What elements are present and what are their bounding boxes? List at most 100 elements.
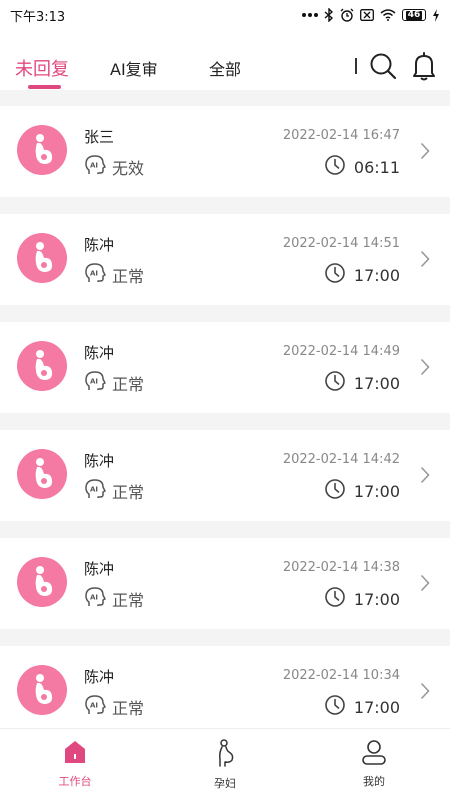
clock-icon: [324, 154, 346, 180]
status-bar: 下午3:13 46: [0, 0, 450, 30]
tab-unreplied[interactable]: 未回复: [15, 55, 69, 81]
chevron-right-icon: [420, 682, 430, 704]
bell-icon[interactable]: [411, 51, 437, 85]
bluetooth-icon: [324, 8, 334, 22]
svg-text:AI: AI: [90, 486, 98, 494]
nav-label-mine: 我的: [363, 775, 385, 788]
status-icons: 46: [302, 8, 440, 22]
record-date: 2022-02-14 16:47: [282, 128, 400, 143]
ai-head-icon: AI: [84, 694, 106, 720]
wifi-icon: [380, 9, 396, 21]
svg-text:AI: AI: [90, 162, 98, 170]
header-divider: [355, 58, 357, 74]
nav-mine[interactable]: 我的: [334, 739, 414, 789]
bottom-nav: 工作台 孕妇 我的: [0, 728, 450, 800]
duration: 17:00: [324, 478, 400, 504]
clock-icon: [324, 694, 346, 720]
record-date: 2022-02-14 10:34: [282, 668, 400, 683]
clock-icon: [324, 370, 346, 396]
duration: 17:00: [324, 370, 400, 396]
duration: 17:00: [324, 586, 400, 612]
chevron-right-icon: [420, 574, 430, 596]
pregnant-avatar-icon: [17, 341, 67, 391]
ai-status-text: 正常: [112, 591, 145, 610]
battery-level: 46: [405, 9, 423, 20]
ai-status-text: 正常: [112, 267, 145, 286]
pregnant-avatar-icon: [17, 125, 67, 175]
tab-ai-review[interactable]: AI复审: [110, 56, 158, 80]
duration-text: 17:00: [353, 697, 400, 717]
active-tab-indicator: [28, 85, 61, 89]
alarm-icon: [340, 8, 354, 22]
nav-workbench[interactable]: 工作台: [35, 739, 115, 789]
svg-text:AI: AI: [90, 594, 98, 602]
pregnant-avatar-icon: [17, 665, 67, 715]
ai-head-icon: AI: [84, 154, 106, 180]
nav-pregnant[interactable]: 孕妇: [185, 739, 265, 791]
pregnant-avatar-icon: [17, 233, 67, 283]
patient-name: 陈冲: [84, 560, 115, 578]
ai-head-icon: AI: [84, 370, 106, 396]
ai-status: AI 正常: [84, 262, 144, 288]
status-time: 下午3:13: [10, 9, 66, 25]
patient-name: 陈冲: [84, 236, 115, 254]
patient-name: 陈冲: [84, 668, 115, 686]
ai-status: AI 无效: [84, 154, 144, 180]
search-icon[interactable]: [369, 52, 397, 84]
app-root: 下午3:13 46 未回复 AI复审 全部 张三 2022-02-14 16:4…: [0, 0, 450, 800]
duration-text: 06:11: [353, 157, 400, 177]
ai-status: AI 正常: [84, 370, 144, 396]
ai-status-text: 正常: [112, 483, 145, 502]
ai-status-text: 正常: [112, 375, 145, 394]
svg-text:AI: AI: [90, 378, 98, 386]
patient-name: 陈冲: [84, 344, 115, 362]
ai-head-icon: AI: [84, 478, 106, 504]
chevron-right-icon: [420, 142, 430, 164]
chevron-right-icon: [420, 466, 430, 488]
record-list: 张三 2022-02-14 16:47 AI 无效 06:11 陈冲 2022-…: [0, 90, 450, 728]
duration: 06:11: [324, 154, 400, 180]
charging-icon: [432, 8, 440, 22]
pregnant-avatar-icon: [17, 449, 67, 499]
patient-name: 陈冲: [84, 452, 115, 470]
record-date: 2022-02-14 14:49: [282, 344, 400, 359]
list-item[interactable]: 陈冲 2022-02-14 14:49 AI 正常 17:00: [0, 322, 450, 413]
list-item[interactable]: 陈冲 2022-02-14 10:34 AI 正常 17:00: [0, 646, 450, 728]
header-tabs: 未回复 AI复审 全部: [0, 38, 450, 90]
ai-status-text: 无效: [112, 159, 145, 178]
pregnant-avatar-icon: [17, 557, 67, 607]
battery-icon: 46: [402, 9, 426, 21]
list-item[interactable]: 张三 2022-02-14 16:47 AI 无效 06:11: [0, 106, 450, 197]
duration-text: 17:00: [353, 265, 400, 285]
ai-status: AI 正常: [84, 478, 144, 504]
duration: 17:00: [324, 694, 400, 720]
list-item[interactable]: 陈冲 2022-02-14 14:38 AI 正常 17:00: [0, 538, 450, 629]
record-date: 2022-02-14 14:38: [282, 560, 400, 575]
clock-icon: [324, 262, 346, 288]
more-dots-icon: [302, 12, 318, 18]
list-item[interactable]: 陈冲 2022-02-14 14:51 AI 正常 17:00: [0, 214, 450, 305]
svg-text:AI: AI: [90, 270, 98, 278]
list-item[interactable]: 陈冲 2022-02-14 14:42 AI 正常 17:00: [0, 430, 450, 521]
clock-icon: [324, 586, 346, 612]
duration-text: 17:00: [353, 481, 400, 501]
duration-text: 17:00: [353, 373, 400, 393]
no-sim-icon: [360, 9, 374, 21]
record-date: 2022-02-14 14:51: [282, 236, 400, 251]
ai-status: AI 正常: [84, 694, 144, 720]
pregnant-woman-icon: [213, 739, 237, 771]
clock-icon: [324, 478, 346, 504]
ai-head-icon: AI: [84, 262, 106, 288]
ai-status-text: 正常: [112, 699, 145, 718]
duration-text: 17:00: [353, 589, 400, 609]
patient-name: 张三: [84, 128, 115, 146]
tab-all[interactable]: 全部: [209, 56, 241, 80]
nav-label-pregnant: 孕妇: [214, 777, 236, 790]
svg-text:AI: AI: [90, 702, 98, 710]
duration: 17:00: [324, 262, 400, 288]
nav-label-workbench: 工作台: [58, 775, 92, 788]
ai-head-icon: AI: [84, 586, 106, 612]
record-date: 2022-02-14 14:42: [282, 452, 400, 467]
chevron-right-icon: [420, 250, 430, 272]
ai-status: AI 正常: [84, 586, 144, 612]
